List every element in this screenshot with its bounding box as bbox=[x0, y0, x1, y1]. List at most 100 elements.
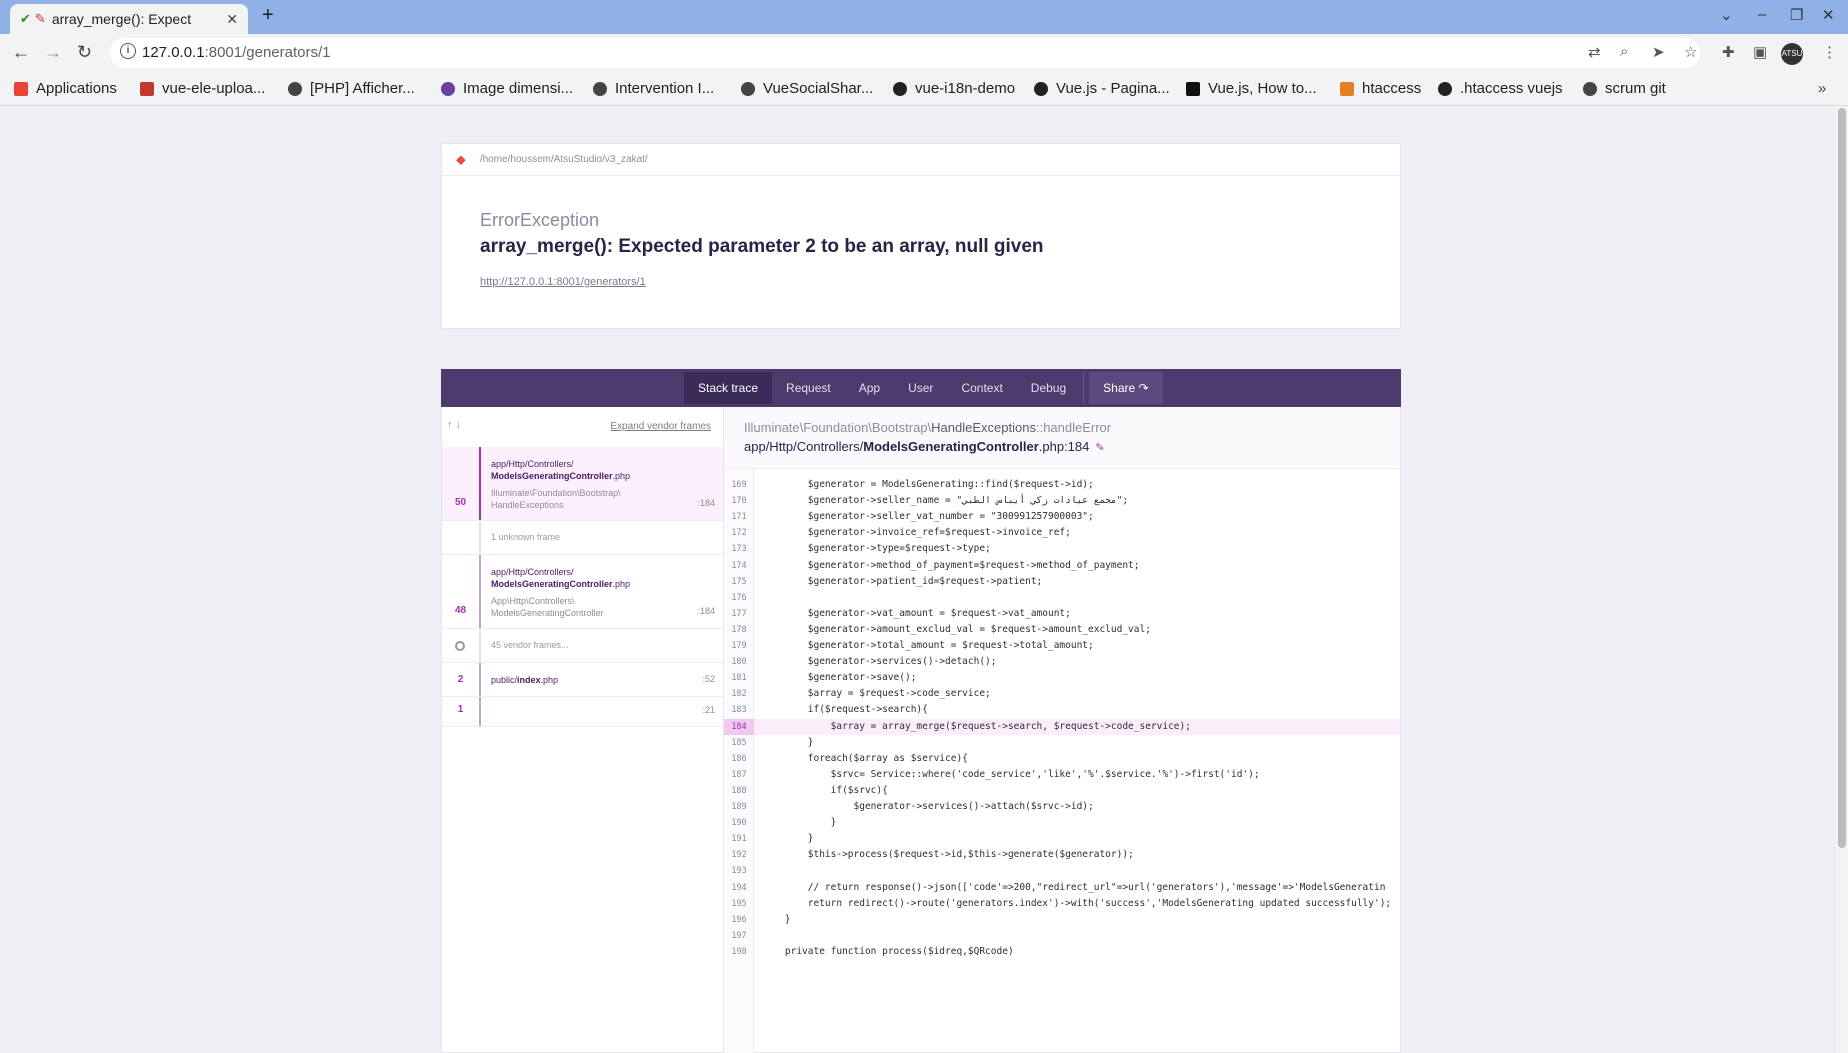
request-url-link[interactable]: http://127.0.0.1:8001/generators/1 bbox=[480, 276, 646, 288]
bookmark-item[interactable]: Intervention I... bbox=[593, 80, 714, 97]
github-icon bbox=[893, 81, 907, 96]
line-number: 195 bbox=[731, 898, 747, 909]
tab-context[interactable]: Context bbox=[947, 372, 1016, 404]
code-line: 184 $array = array_merge($request->searc… bbox=[724, 718, 1400, 735]
line-number: 196 bbox=[731, 914, 747, 925]
extensions-icon[interactable]: ✚ bbox=[1722, 43, 1735, 61]
tab-stack-trace[interactable]: Stack trace bbox=[684, 372, 773, 404]
code-text: } bbox=[762, 833, 814, 845]
stack-frame[interactable]: 2 public/index.php :52 bbox=[442, 663, 723, 697]
share-arrow-icon: ↷ bbox=[1138, 381, 1149, 395]
tab-search-icon[interactable]: ⌄ bbox=[1720, 6, 1733, 24]
line-number: 188 bbox=[731, 785, 747, 796]
tab-app[interactable]: App bbox=[845, 372, 894, 404]
bookmark-item[interactable]: VueSocialShar... bbox=[741, 80, 873, 97]
profile-avatar[interactable]: ATSU bbox=[1781, 43, 1803, 65]
code-text: $generator->services()->detach(); bbox=[762, 656, 997, 668]
line-number: 183 bbox=[731, 705, 747, 716]
tab-close-icon[interactable]: ✕ bbox=[226, 11, 238, 28]
stack-frame[interactable]: app/Http/Controllers/ModelsGeneratingCon… bbox=[442, 555, 723, 629]
share-button[interactable]: Share ↷ bbox=[1089, 372, 1163, 404]
github-icon bbox=[1438, 81, 1452, 96]
address-bar[interactable]: i 127.0.0.1:8001/generators/1 ⇄ ⌕ ➤ ☆ bbox=[110, 38, 1700, 68]
scrollbar-thumb[interactable] bbox=[1838, 108, 1846, 848]
code-line: 174 $generator->method_of_payment=$reque… bbox=[724, 558, 1400, 574]
side-panel-icon[interactable]: ▣ bbox=[1753, 43, 1767, 61]
bookmark-item[interactable]: scrum git bbox=[1583, 80, 1666, 97]
line-number: 170 bbox=[731, 496, 747, 507]
line-number: 178 bbox=[731, 624, 747, 635]
tab-request[interactable]: Request bbox=[772, 372, 845, 404]
window-close-icon[interactable]: ✕ bbox=[1822, 6, 1835, 24]
bookmark-item[interactable]: [PHP] Afficher... bbox=[288, 80, 415, 97]
back-icon[interactable]: ← bbox=[12, 42, 30, 63]
menu-icon[interactable]: ⋮ bbox=[1822, 43, 1837, 61]
bookmark-item[interactable]: .htaccess vuejs bbox=[1438, 80, 1563, 97]
line-number: 194 bbox=[731, 882, 747, 893]
bookmark-item[interactable]: Vue.js - Pagina... bbox=[1034, 80, 1170, 97]
frame-file: app/Http/Controllers/ModelsGeneratingCon… bbox=[744, 439, 1105, 454]
minimize-icon[interactable]: – bbox=[1758, 6, 1766, 23]
code-line: 177 $generator->vat_amount = $request->v… bbox=[724, 606, 1400, 622]
zoom-icon[interactable]: ⌕ bbox=[1620, 43, 1628, 60]
bookmark-favicon-icon bbox=[140, 81, 154, 96]
stack-frame[interactable]: 1 :21 bbox=[442, 697, 723, 727]
vendor-frames-row[interactable]: 45 vendor frames... bbox=[442, 629, 723, 663]
frame-nav-arrows-icon[interactable]: ↑ ↓ bbox=[447, 419, 461, 431]
bookmark-item[interactable]: Vue.js, How to... bbox=[1186, 80, 1317, 97]
exception-message: array_merge(): Expected parameter 2 to b… bbox=[480, 236, 1044, 257]
ignition-favicon-icon: ✎ bbox=[34, 11, 46, 26]
bookmark-item[interactable]: vue-i18n-demo bbox=[893, 80, 1015, 97]
forward-icon[interactable]: → bbox=[44, 42, 62, 63]
line-number: 180 bbox=[731, 657, 747, 668]
bookmark-item[interactable]: Image dimensi... bbox=[441, 80, 573, 97]
code-line: 197 bbox=[724, 928, 1400, 944]
code-text: return redirect()->route('generators.ind… bbox=[762, 897, 1392, 909]
bookmark-item[interactable]: vue-ele-uploa... bbox=[140, 80, 265, 97]
code-text: $srvc= Service::where('code_service','li… bbox=[762, 768, 1260, 780]
code-line: 176 bbox=[724, 590, 1400, 606]
code-line: 182 $array = $request->code_service; bbox=[724, 686, 1400, 702]
bookmark-item[interactable]: htaccess bbox=[1340, 80, 1421, 97]
bookmark-star-icon[interactable]: ☆ bbox=[1684, 43, 1697, 61]
code-text: $generator->seller_vat_number = "3009912… bbox=[762, 511, 1094, 523]
line-number: 191 bbox=[731, 834, 747, 845]
stack-frame[interactable]: app/Http/Controllers/ModelsGeneratingCon… bbox=[442, 447, 723, 521]
globe-icon bbox=[1583, 81, 1597, 96]
code-line: 194 // return response()->json(['code'=>… bbox=[724, 880, 1400, 896]
line-number: 177 bbox=[731, 608, 747, 619]
line-number: 186 bbox=[731, 753, 747, 764]
new-tab-button[interactable]: + bbox=[262, 4, 274, 27]
line-number: 187 bbox=[731, 769, 747, 780]
browser-tab[interactable]: ✔ ✎ array_merge(): Expect ✕ bbox=[10, 4, 248, 34]
translate-icon[interactable]: ⇄ bbox=[1588, 43, 1601, 61]
unknown-frame-row: 1 unknown frame bbox=[442, 521, 723, 555]
bookmark-item[interactable]: Applications bbox=[14, 80, 117, 97]
code-text: $generator->seller_name = "مجمع عيادات ز… bbox=[762, 495, 1129, 507]
line-number: 185 bbox=[731, 737, 747, 748]
reload-icon[interactable]: ↻ bbox=[77, 42, 92, 63]
page-scrollbar[interactable] bbox=[1836, 106, 1848, 1053]
send-icon[interactable]: ➤ bbox=[1652, 43, 1665, 61]
ignition-logo-icon: ⬥ bbox=[456, 151, 466, 167]
restore-icon[interactable]: ❐ bbox=[1790, 6, 1803, 24]
browser-toolbar: ← → ↻ i 127.0.0.1:8001/generators/1 ⇄ ⌕ … bbox=[0, 34, 1848, 72]
line-number: 176 bbox=[731, 592, 747, 603]
code-text: $generator->save(); bbox=[762, 672, 917, 684]
bookmark-favicon-icon bbox=[1186, 81, 1200, 96]
code-text: // return response()->json(['code'=>200,… bbox=[762, 881, 1386, 893]
code-text: $generator->type=$request->type; bbox=[762, 543, 991, 555]
line-number: 197 bbox=[731, 930, 747, 941]
code-line: 196 } bbox=[724, 912, 1400, 928]
site-info-icon[interactable]: i bbox=[120, 43, 136, 59]
more-bookmarks-icon[interactable]: » bbox=[1818, 80, 1826, 97]
tab-user[interactable]: User bbox=[894, 372, 947, 404]
edit-pencil-icon[interactable]: ✎ bbox=[1095, 442, 1104, 454]
exception-class: ErrorException bbox=[480, 210, 600, 230]
line-number: 190 bbox=[731, 818, 747, 829]
address-url[interactable]: 127.0.0.1:8001/generators/1 bbox=[142, 44, 331, 61]
frame-class: Illuminate\Foundation\Bootstrap\HandleEx… bbox=[744, 420, 1112, 435]
code-line: 186 foreach($array as $service){ bbox=[724, 751, 1400, 767]
tab-debug[interactable]: Debug bbox=[1017, 372, 1080, 404]
expand-vendor-frames-link[interactable]: Expand vendor frames bbox=[610, 421, 711, 432]
